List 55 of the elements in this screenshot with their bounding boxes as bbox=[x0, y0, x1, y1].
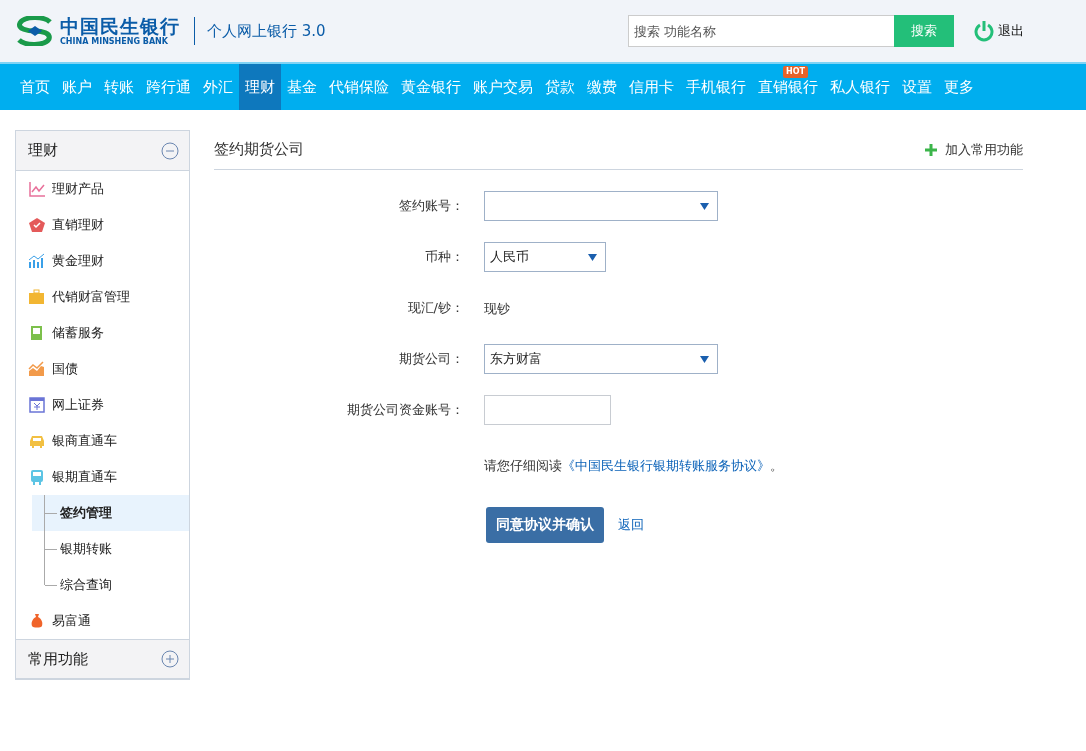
line-chart-icon bbox=[28, 181, 46, 197]
nav-tab[interactable]: 理财 bbox=[239, 64, 281, 110]
yen-window-icon bbox=[28, 397, 46, 413]
logo-icon bbox=[16, 16, 54, 46]
field-label: 币种： bbox=[424, 248, 464, 266]
pentagon-check-icon bbox=[28, 217, 46, 233]
sidebar-subitem[interactable]: 银期转账 bbox=[32, 531, 189, 567]
add-favorite-button[interactable]: 加入常用功能 bbox=[925, 140, 1023, 159]
hot-badge: HOT bbox=[783, 66, 808, 78]
page-title: 签约期货公司 bbox=[214, 140, 304, 159]
sidebar-section-header[interactable]: 常用功能 bbox=[16, 639, 189, 679]
product-title: 个人网上银行 3.0 bbox=[207, 21, 326, 41]
sidebar-item[interactable]: 直销理财 bbox=[16, 207, 189, 243]
caret-icon bbox=[700, 355, 709, 363]
sidebar-subitem[interactable]: 综合查询 bbox=[32, 567, 189, 603]
bus-icon bbox=[28, 469, 46, 485]
field-label: 签约账号： bbox=[398, 197, 464, 215]
sidebar-section-header[interactable]: 理财 bbox=[16, 131, 189, 171]
bank-name: 中国民生银行 bbox=[60, 15, 180, 37]
dropdown[interactable]: 东方财富 bbox=[484, 344, 718, 374]
logout-button[interactable]: 退出 bbox=[974, 20, 1024, 42]
agreement-notice: 请您仔细阅读《中国民生银行银期转账服务协议》。 bbox=[484, 457, 784, 475]
expand-icon bbox=[161, 650, 179, 668]
sidebar-item[interactable]: 银期直通车 bbox=[16, 459, 189, 495]
caret-icon bbox=[700, 202, 709, 210]
caret-icon bbox=[588, 253, 597, 261]
dropdown[interactable] bbox=[484, 191, 718, 221]
nav-tab[interactable]: HOT 直销银行 bbox=[752, 64, 824, 110]
input-field[interactable] bbox=[484, 395, 611, 425]
sidebar-item[interactable]: 网上证券 bbox=[16, 387, 189, 423]
bank-name-english: CHINA MINSHENG BANK bbox=[60, 36, 169, 47]
search-field[interactable]: 搜索 功能名称 bbox=[628, 15, 894, 47]
back-link[interactable]: 返回 bbox=[618, 516, 644, 534]
sidebar-item[interactable]: 国债 bbox=[16, 351, 189, 387]
sidebar-subitem[interactable]: 签约管理 bbox=[32, 495, 189, 531]
sidebar-item[interactable]: 代销财富管理 bbox=[16, 279, 189, 315]
field-value: 现钞 bbox=[484, 301, 510, 316]
sidebar-item[interactable]: 银商直通车 bbox=[16, 423, 189, 459]
sidebar-item[interactable]: 易富通 bbox=[16, 603, 189, 639]
sidebar-item[interactable]: 黄金理财 bbox=[16, 243, 189, 279]
car-icon bbox=[28, 433, 46, 449]
field-label: 期货公司资金账号： bbox=[346, 401, 464, 419]
plus-icon bbox=[925, 143, 937, 156]
rising-chart-icon bbox=[28, 361, 46, 377]
dropdown[interactable]: 人民币 bbox=[484, 242, 606, 272]
field-label: 期货公司： bbox=[398, 350, 464, 368]
sidebar-item[interactable]: 储蓄服务 bbox=[16, 315, 189, 351]
sidebar-item[interactable]: 理财产品 bbox=[16, 171, 189, 207]
agreement-link[interactable]: 《中国民生银行银期转账服务协议》 bbox=[562, 458, 770, 473]
briefcase-icon bbox=[28, 289, 46, 305]
collapse-icon bbox=[161, 141, 179, 160]
power-icon bbox=[974, 20, 994, 42]
confirm-button[interactable]: 同意协议并确认 bbox=[486, 507, 604, 543]
bar-chart-icon bbox=[28, 253, 46, 269]
field-label: 现汇/钞： bbox=[406, 299, 464, 317]
